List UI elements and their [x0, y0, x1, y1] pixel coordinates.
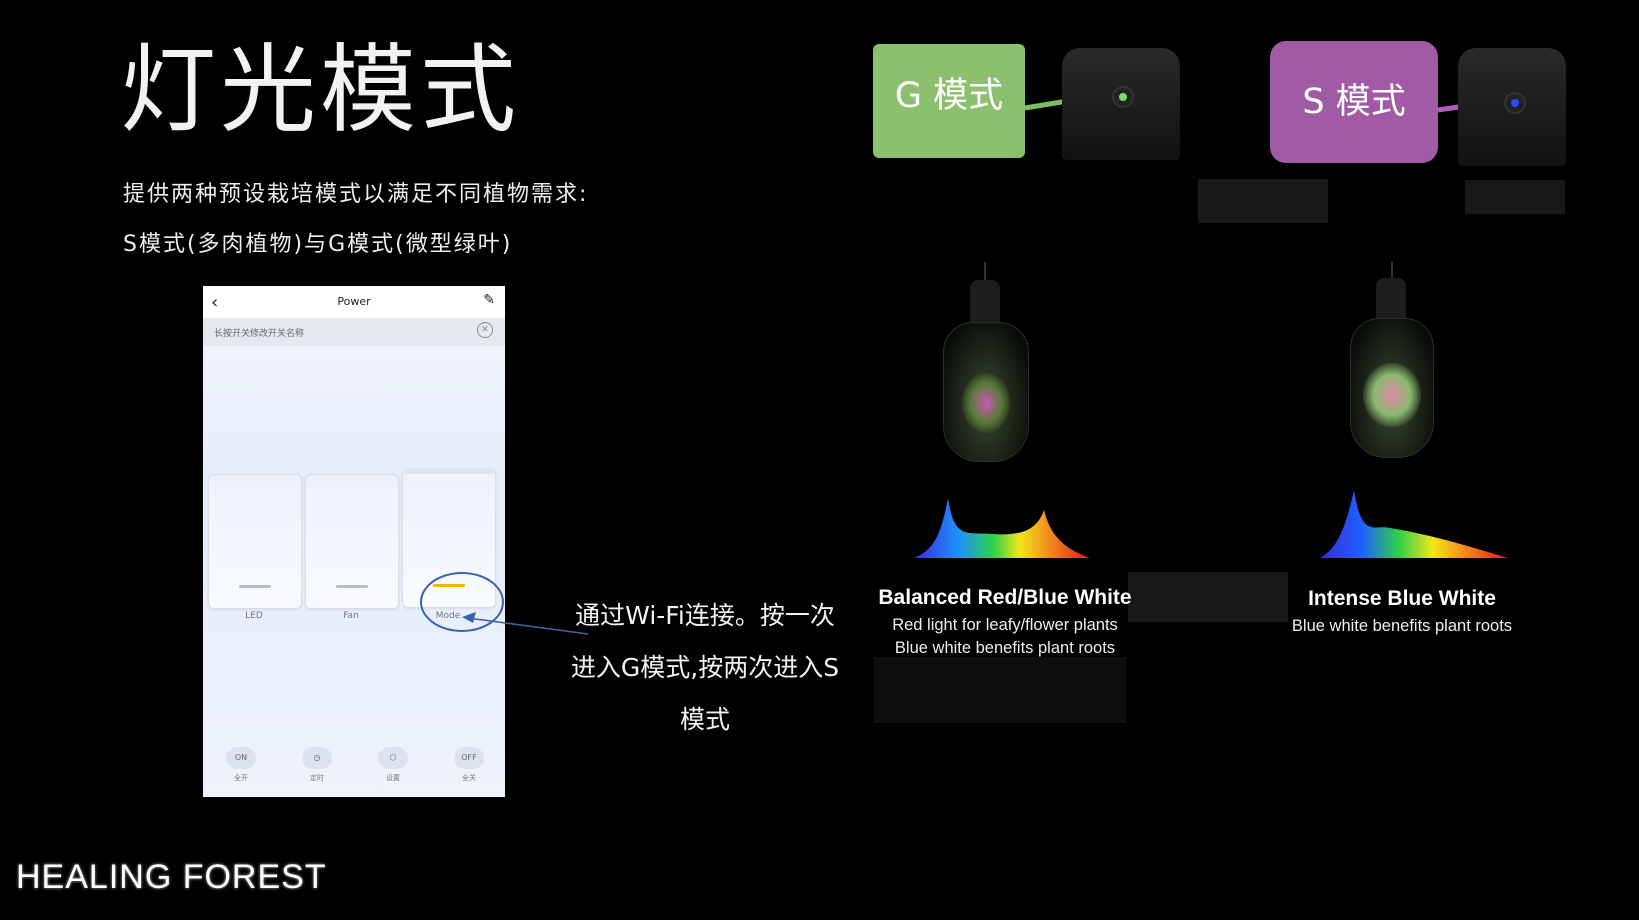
intense-title: Intense Blue White	[1308, 587, 1496, 610]
intense-line-1: Blue white benefits plant roots	[1291, 617, 1513, 635]
lamp-cap	[970, 280, 1000, 326]
spectrum-curve	[1320, 490, 1508, 558]
spectrum-intense	[1320, 490, 1508, 558]
mode-pointer-arrowhead	[462, 612, 476, 623]
green-led-icon	[1119, 93, 1127, 101]
brand-logo: HEALING FOREST	[16, 858, 327, 896]
dim-patch	[874, 657, 1126, 723]
plant-foliage	[962, 373, 1010, 433]
balanced-line-1: Red light for leafy/flower plants	[892, 616, 1118, 634]
device-button	[1504, 92, 1526, 114]
balanced-title: Balanced Red/Blue White	[878, 586, 1132, 609]
annotation-text: 通过Wi-Fi连接。按一次进入G模式,按两次进入S模式	[570, 601, 840, 734]
device-button	[1112, 86, 1134, 108]
dim-patch	[1198, 179, 1328, 223]
spectrum-balanced	[914, 498, 1090, 558]
dim-patch	[1465, 180, 1565, 214]
s-mode-device	[1458, 48, 1566, 166]
g-mode-box: G 模式	[873, 44, 1025, 158]
s-mode-box: S 模式	[1270, 41, 1438, 163]
blue-led-icon	[1511, 99, 1519, 107]
succulent-foliage	[1363, 363, 1421, 427]
terrarium-jar-intense	[1350, 318, 1434, 458]
g-mode-device	[1062, 48, 1180, 160]
balanced-line-2: Blue white benefits plant roots	[894, 639, 1116, 657]
terrarium-jar-balanced	[943, 322, 1029, 462]
spectrum-curve	[914, 498, 1090, 558]
